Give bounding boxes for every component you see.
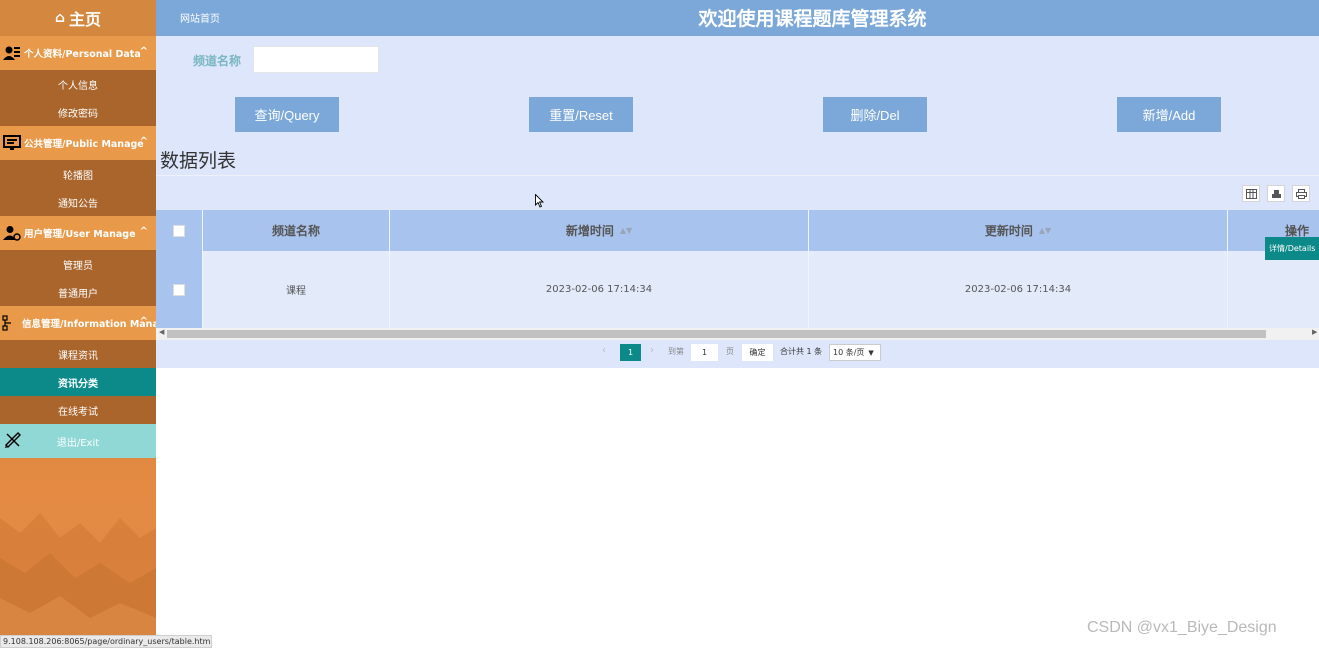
sidebar: ⌂ 主页 个人资料/Personal Data ^ 个人信息 修改密码 公共管理…: [0, 0, 156, 648]
menu-group-public[interactable]: 公共管理/Public Manage ^: [0, 126, 156, 160]
row-checkbox-cell: [156, 251, 203, 328]
next-page-icon[interactable]: ›: [650, 345, 654, 356]
divider: [156, 175, 1319, 176]
reset-button[interactable]: 重置/Reset: [529, 97, 633, 132]
sidebar-background-art: [0, 513, 156, 648]
sidebar-item-personal-info[interactable]: 个人信息: [0, 70, 156, 98]
menu-group-title: 公共管理/Public Manage: [24, 139, 144, 150]
cell-actions: [1228, 251, 1319, 328]
goto-page-input[interactable]: 1: [691, 344, 718, 361]
user-card-icon: [2, 43, 22, 63]
details-button[interactable]: 详情/Details: [1265, 237, 1319, 260]
chevron-up-icon: ^: [139, 46, 148, 57]
sidebar-item-notice[interactable]: 通知公告: [0, 188, 156, 216]
pencil-ruler-icon: [4, 431, 22, 452]
submenu-personal: 个人信息 修改密码: [0, 70, 156, 126]
menu-group-information[interactable]: 信息管理/Information Manage ^: [0, 306, 156, 340]
channel-name-input[interactable]: [253, 46, 379, 73]
sidebar-item-admin[interactable]: 管理员: [0, 250, 156, 278]
scroll-right-icon[interactable]: ▶: [1312, 328, 1317, 336]
goto-label: 到第: [668, 347, 684, 356]
cell-updated-time: 2023-02-06 17:14:34: [809, 251, 1228, 328]
prev-page-icon[interactable]: ‹: [602, 345, 606, 356]
column-header-created-time[interactable]: 新增时间 ▲▼: [390, 210, 809, 251]
sidebar-item-ordinary-users[interactable]: 普通用户: [0, 278, 156, 306]
sidebar-item-change-password[interactable]: 修改密码: [0, 98, 156, 126]
columns-icon[interactable]: [1242, 185, 1260, 202]
sort-icon[interactable]: ▲▼: [620, 226, 632, 235]
search-label: 频道名称: [193, 54, 242, 68]
export-icon[interactable]: [1267, 185, 1285, 202]
submenu-public: 轮播图 通知公告: [0, 160, 156, 216]
column-header-label: 新增时间: [565, 224, 614, 238]
horizontal-scrollbar[interactable]: ◀ ▶: [156, 328, 1319, 340]
submenu-information: 课程资讯 资讯分类 在线考试: [0, 340, 156, 424]
menu-group-users[interactable]: 用户管理/User Manage ^: [0, 216, 156, 250]
page-size-value: 10 条/页: [833, 348, 865, 357]
chevron-up-icon: ^: [139, 316, 148, 327]
scroll-left-icon[interactable]: ◀: [159, 328, 164, 336]
menu-group-title: 个人资料/Personal Data: [24, 49, 141, 60]
cell-created-time: 2023-02-06 17:14:34: [390, 251, 809, 328]
sidebar-item-news-category[interactable]: 资讯分类: [0, 368, 156, 396]
sidebar-item-course-news[interactable]: 课程资讯: [0, 340, 156, 368]
menu-group-personal[interactable]: 个人资料/Personal Data ^: [0, 36, 156, 70]
logo-text: 主页: [69, 10, 102, 29]
menu-group-title: 信息管理/Information Manage: [22, 319, 156, 330]
sidebar-item-online-exam[interactable]: 在线考试: [0, 396, 156, 424]
chevron-up-icon: ^: [139, 226, 148, 237]
table-header: 频道名称 新增时间 ▲▼ 更新时间 ▲▼ 操作: [156, 210, 1319, 251]
exit-label: 退出/Exit: [56, 437, 100, 449]
query-button[interactable]: 查询/Query: [235, 97, 339, 132]
user-settings-icon: [2, 223, 22, 243]
page-title: 欢迎使用课程题库管理系统: [698, 8, 927, 30]
cell-channel-name: 课程: [203, 251, 390, 328]
current-page[interactable]: 1: [620, 344, 641, 361]
watermark: CSDN @vx1_Biye_Design: [1087, 619, 1277, 636]
column-header-updated-time[interactable]: 更新时间 ▲▼: [809, 210, 1228, 251]
select-all-checkbox[interactable]: [173, 224, 185, 237]
menu-group-title: 用户管理/User Manage: [24, 229, 136, 240]
add-button[interactable]: 新增/Add: [1117, 97, 1221, 132]
sidebar-item-exit[interactable]: 退出/Exit: [0, 424, 156, 458]
scrollbar-thumb[interactable]: [167, 330, 1266, 338]
page-unit-label: 页: [726, 347, 734, 356]
print-icon[interactable]: [1292, 185, 1310, 202]
submenu-users: 管理员 普通用户: [0, 250, 156, 306]
chevron-down-icon: ▼: [868, 348, 874, 357]
data-table: 频道名称 新增时间 ▲▼ 更新时间 ▲▼ 操作 课程 2023-02-06 17…: [156, 210, 1319, 328]
top-header: 网站首页 欢迎使用课程题库管理系统: [156, 0, 1319, 36]
delete-button[interactable]: 删除/Del: [823, 97, 927, 132]
section-title: 数据列表: [160, 150, 237, 172]
table-row: 课程 2023-02-06 17:14:34 2023-02-06 17:14:…: [156, 251, 1319, 328]
chevron-up-icon: ^: [139, 136, 148, 147]
mouse-cursor-icon: [535, 194, 545, 208]
browser-status-url: 9.108.108.206:8065/page/ordinary_users/t…: [0, 635, 212, 648]
row-checkbox[interactable]: [173, 283, 185, 296]
pagination: ‹ 1 › 到第 1 页 确定 合计共 1 条 10 条/页 ▼: [156, 342, 1319, 364]
sort-icon[interactable]: ▲▼: [1039, 226, 1051, 235]
page-size-select[interactable]: 10 条/页 ▼: [829, 344, 881, 361]
sidebar-logo[interactable]: ⌂ 主页: [0, 0, 156, 36]
column-header-label: 更新时间: [984, 224, 1033, 238]
monitor-icon: [2, 133, 22, 153]
column-header-channel-name[interactable]: 频道名称: [203, 210, 390, 251]
sitemap-icon: [2, 313, 20, 333]
home-icon: ⌂: [54, 10, 65, 26]
main-panel: 频道名称 查询/Query 重置/Reset 删除/Del 新增/Add 数据列…: [156, 36, 1319, 368]
goto-confirm-button[interactable]: 确定: [742, 344, 773, 361]
header-checkbox-cell: [156, 210, 203, 251]
sidebar-item-carousel[interactable]: 轮播图: [0, 160, 156, 188]
total-count: 合计共 1 条: [780, 347, 823, 356]
